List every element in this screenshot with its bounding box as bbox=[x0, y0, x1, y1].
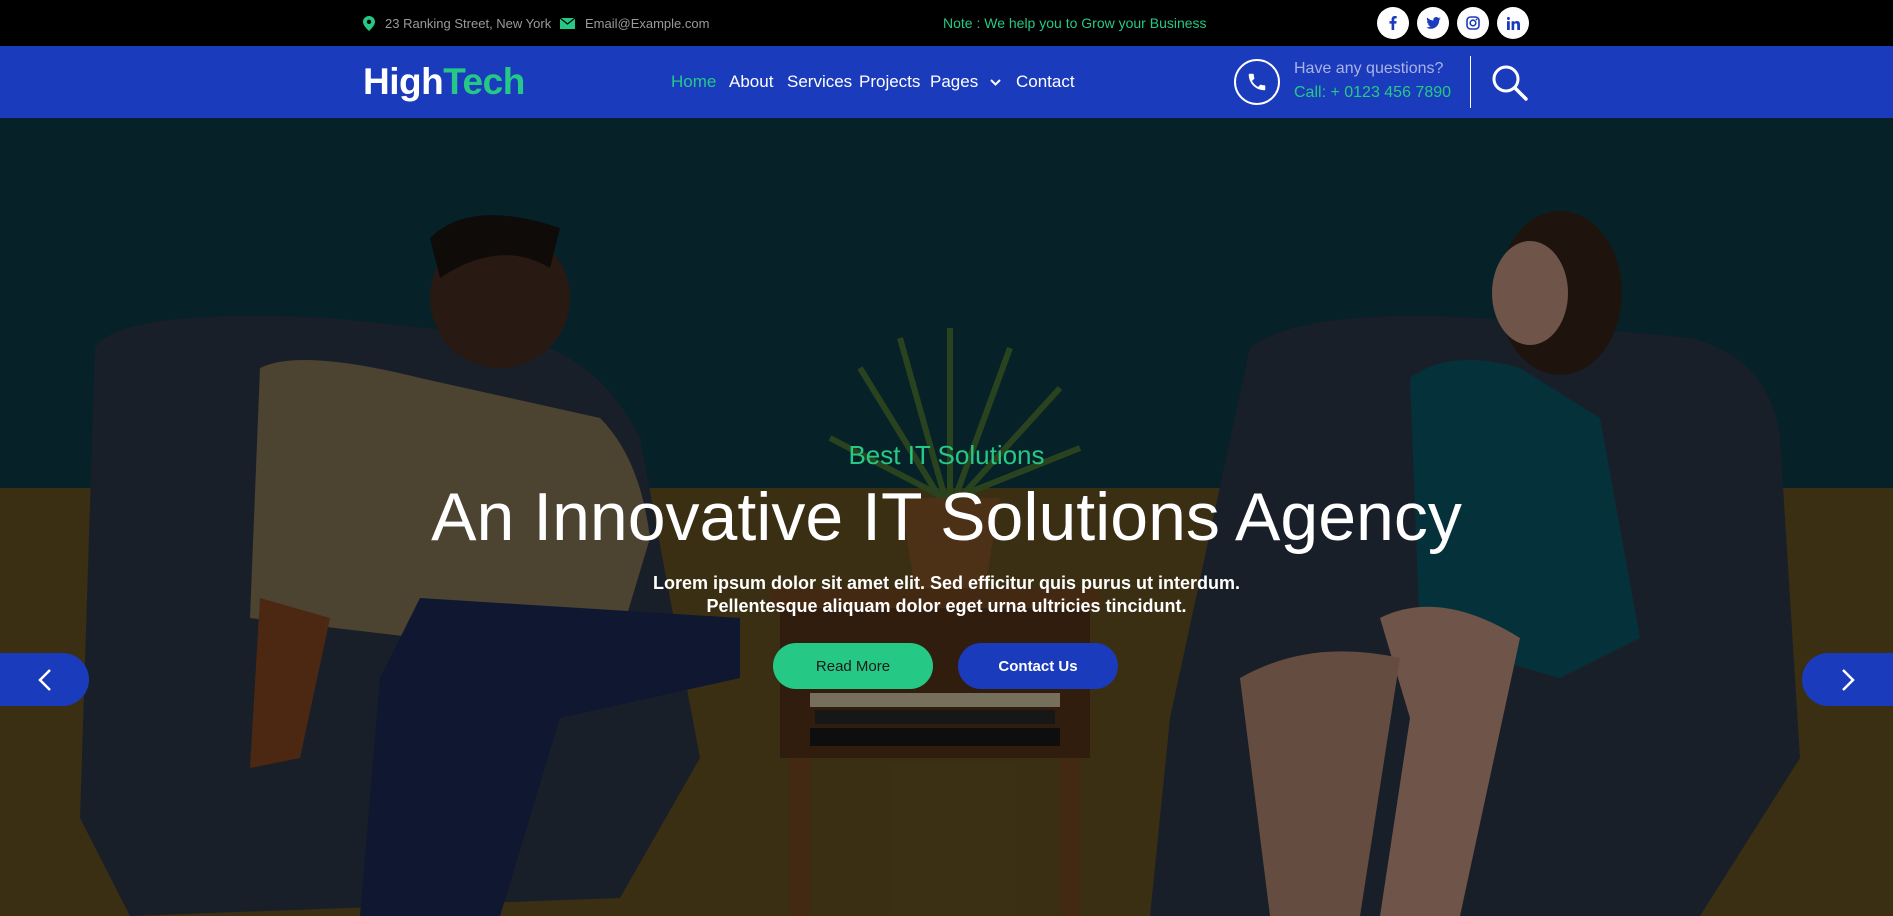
logo-text-high: High bbox=[363, 61, 444, 102]
nav-pages-label: Pages bbox=[930, 72, 979, 91]
chevron-right-icon bbox=[1841, 668, 1855, 691]
instagram-link[interactable] bbox=[1457, 7, 1489, 39]
phone-icon bbox=[1248, 73, 1266, 91]
address-text: 23 Ranking Street, New York bbox=[385, 15, 552, 31]
read-more-button[interactable]: Read More bbox=[773, 643, 933, 689]
nav-projects[interactable]: Projects bbox=[859, 46, 920, 118]
main-navbar: High Tech Home About Services Projects Pa… bbox=[0, 46, 1893, 118]
map-pin-icon bbox=[363, 15, 375, 31]
top-bar: 23 Ranking Street, New York Email@Exampl… bbox=[0, 0, 1893, 46]
hero-subtitle: Best IT Solutions bbox=[848, 440, 1045, 470]
phone-circle bbox=[1234, 59, 1280, 105]
search-icon bbox=[1492, 65, 1528, 101]
hero-carousel: Best IT Solutions An Innovative IT Solut… bbox=[0, 118, 1893, 916]
nav-home[interactable]: Home bbox=[671, 46, 716, 118]
chevron-down-icon bbox=[990, 78, 1001, 86]
twitter-icon bbox=[1425, 17, 1441, 29]
logo-text-tech: Tech bbox=[443, 61, 525, 102]
email-info[interactable]: Email@Example.com bbox=[560, 0, 709, 46]
address-info: 23 Ranking Street, New York bbox=[363, 0, 551, 46]
twitter-link[interactable] bbox=[1417, 7, 1449, 39]
logo[interactable]: High Tech bbox=[363, 46, 525, 118]
contact-us-button[interactable]: Contact Us bbox=[958, 643, 1118, 689]
linkedin-link[interactable] bbox=[1497, 7, 1529, 39]
hero-title: An Innovative IT Solutions Agency bbox=[431, 479, 1462, 555]
hero-desc-line1: Lorem ipsum dolor sit amet elit. Sed eff… bbox=[652, 573, 1241, 593]
carousel-prev-button[interactable] bbox=[0, 653, 89, 706]
email-text: Email@Example.com bbox=[585, 15, 710, 31]
nav-divider bbox=[1470, 56, 1471, 108]
questions-label: Have any questions? bbox=[1294, 60, 1444, 77]
hero-desc-line2: Pellentesque aliquam dolor eget urna ult… bbox=[706, 596, 1187, 616]
instagram-icon bbox=[1466, 16, 1480, 30]
nav-services[interactable]: Services bbox=[787, 46, 852, 118]
nav-about[interactable]: About bbox=[729, 46, 773, 118]
nav-contact[interactable]: Contact bbox=[1016, 46, 1075, 118]
nav-pages[interactable]: Pages bbox=[930, 46, 1001, 118]
hero-description: Lorem ipsum dolor sit amet elit. Sed eff… bbox=[0, 572, 1893, 618]
carousel-next-button[interactable] bbox=[1802, 653, 1893, 706]
linkedin-icon bbox=[1506, 16, 1520, 30]
facebook-icon bbox=[1389, 16, 1397, 30]
phone-number-link[interactable]: Call: + 0123 456 7890 bbox=[1294, 84, 1451, 102]
facebook-link[interactable] bbox=[1377, 7, 1409, 39]
note-text: Note : We help you to Grow your Business bbox=[943, 15, 1207, 31]
envelope-icon bbox=[560, 17, 575, 29]
chevron-left-icon bbox=[37, 668, 51, 691]
search-button[interactable] bbox=[1490, 63, 1530, 103]
